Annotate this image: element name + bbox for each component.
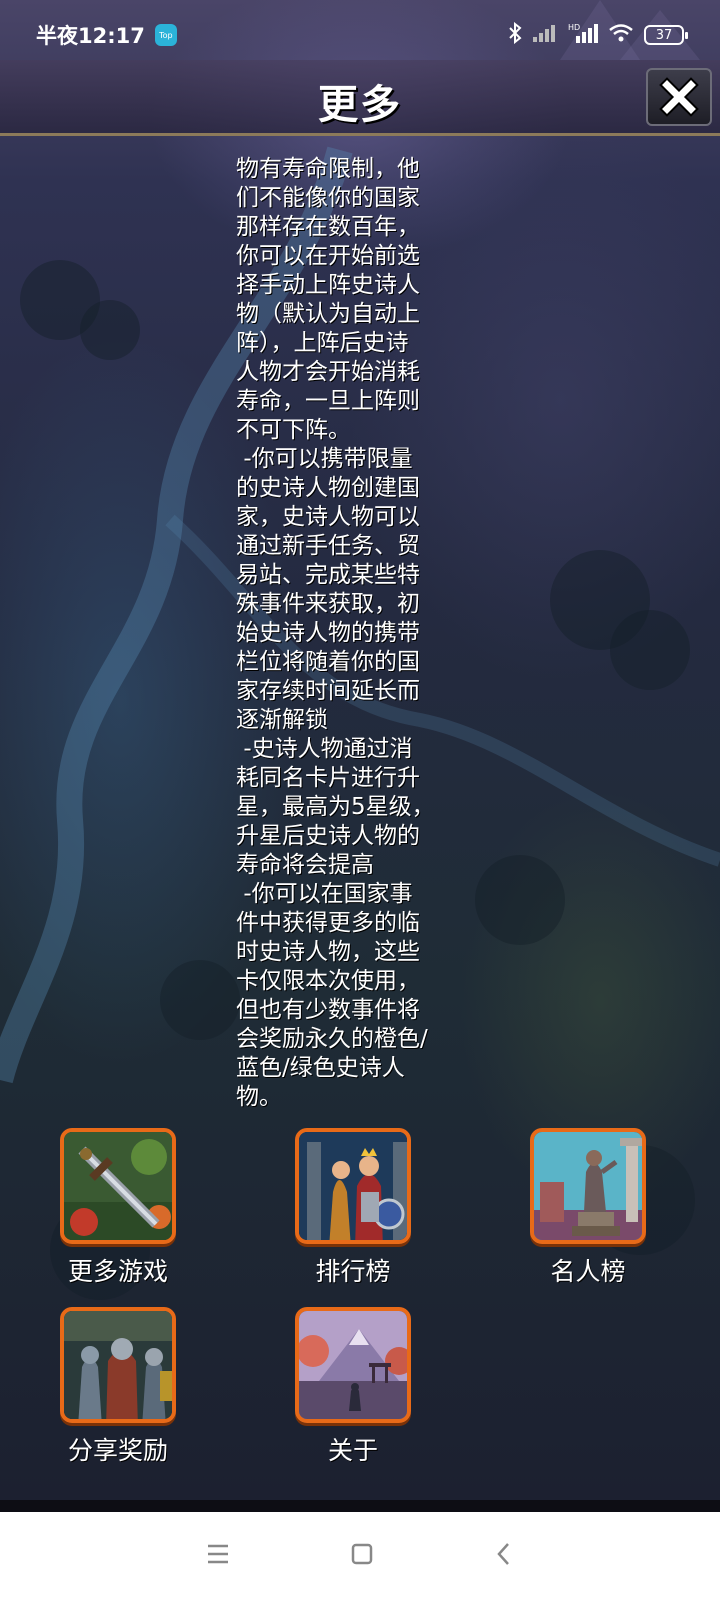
page-title: 更多	[318, 82, 402, 128]
landscape-icon	[295, 1307, 411, 1423]
description-text: 物有寿命限制，他 们不能像你的国家 那样存在数百年， 你可以在开始前选 择手动上…	[236, 156, 435, 1110]
svg-text:HD: HD	[568, 23, 580, 32]
tile-label: 排行榜	[315, 1257, 391, 1286]
knights-icon	[60, 1307, 176, 1423]
close-button[interactable]	[646, 68, 712, 126]
bluetooth-icon	[508, 21, 522, 48]
tile-label: 更多游戏	[67, 1257, 168, 1286]
hd-signal-icon: HD	[568, 22, 598, 48]
tile-label: 名人榜	[550, 1257, 626, 1286]
tile-label: 分享奖励	[67, 1436, 168, 1465]
content-bottom-edge	[0, 1500, 720, 1512]
king-knight-icon	[295, 1128, 411, 1244]
tile-share-rewards[interactable]: 分享奖励	[48, 1307, 188, 1467]
wifi-icon	[608, 23, 634, 47]
tile-hall-of-fame[interactable]: 名人榜	[518, 1128, 658, 1288]
status-icons: HD 37	[508, 21, 688, 48]
header-bar: 更多	[0, 60, 720, 136]
signal-icon	[532, 23, 558, 47]
tile-more-games[interactable]: 更多游戏	[48, 1128, 188, 1288]
home-icon[interactable]	[350, 1542, 374, 1570]
statue-icon	[530, 1128, 646, 1244]
back-icon[interactable]	[494, 1541, 514, 1571]
tile-about[interactable]: 关于	[283, 1307, 423, 1467]
battery-icon: 37	[644, 25, 688, 45]
app-notification-icon: Top	[154, 24, 177, 46]
tile-label: 关于	[327, 1436, 378, 1465]
menu-icon[interactable]	[206, 1543, 230, 1569]
sword-icon	[60, 1128, 176, 1244]
system-nav-bar	[0, 1512, 720, 1600]
tile-leaderboard[interactable]: 排行榜	[283, 1128, 423, 1288]
status-time: 半夜12:17	[36, 24, 145, 48]
close-icon	[659, 77, 699, 117]
